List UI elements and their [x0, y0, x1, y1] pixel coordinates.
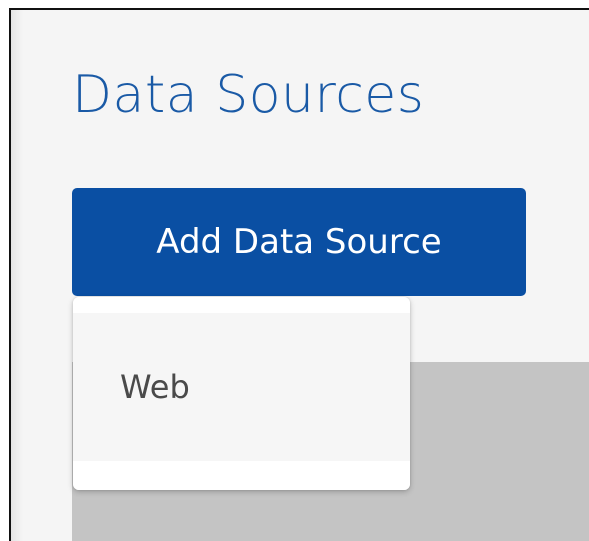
menu-top-band	[73, 297, 410, 313]
page-title: Data Sources	[72, 65, 425, 125]
app-frame: Data Sources Add Data Source Web	[9, 8, 589, 541]
frame-edge-shadow	[11, 10, 23, 541]
add-data-source-dropdown: Web	[73, 297, 410, 490]
add-data-source-button[interactable]: Add Data Source	[72, 188, 526, 296]
menu-item-web[interactable]: Web	[73, 313, 410, 461]
menu-bottom-band	[73, 461, 410, 490]
